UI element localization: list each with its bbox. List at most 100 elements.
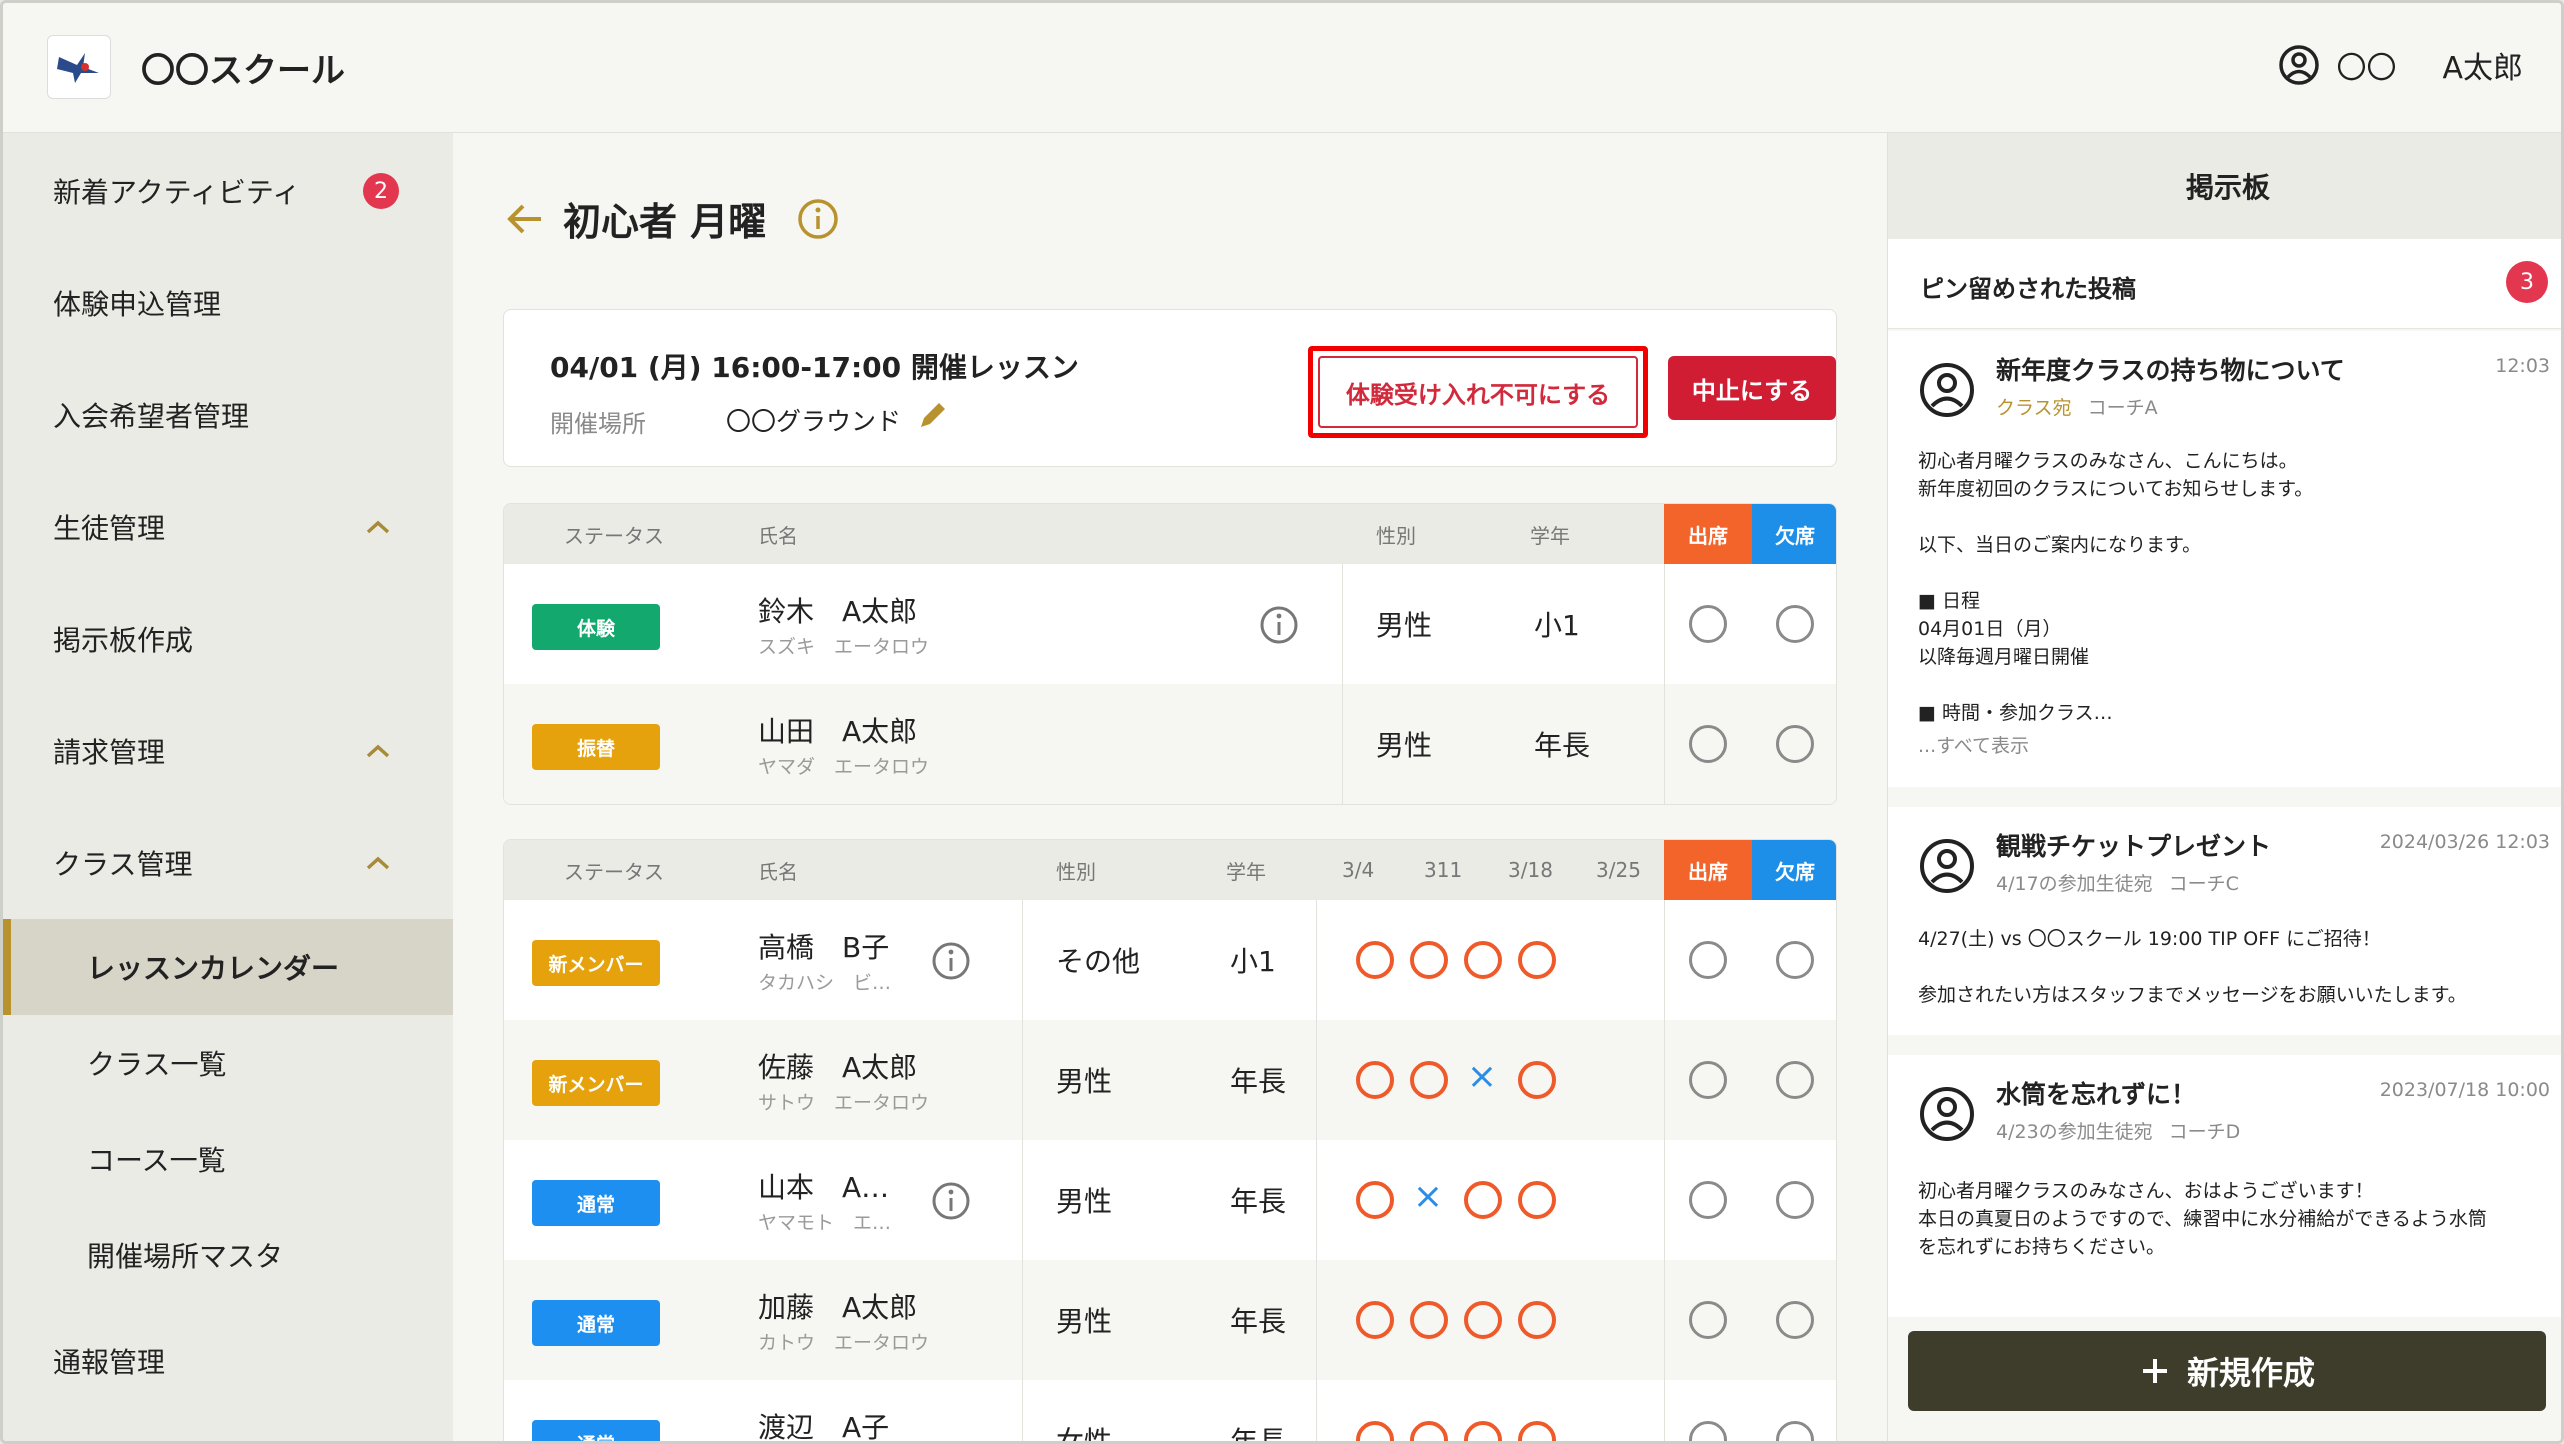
post-body: 初心者月曜クラスのみなさん、こんにちは。 新年度初回のクラスについてお知らせしま… [1918,450,2314,724]
absent-radio[interactable] [1776,941,1814,979]
trial-table: ステータス 氏名 性別 学年 出席 欠席 体験 鈴木 A太郎 スズキ エータロウ… [503,503,1837,805]
absent-radio[interactable] [1776,1181,1814,1219]
student-name[interactable]: 山本 A… [758,1166,889,1206]
col-status: ステータス [564,859,664,884]
student-name[interactable]: 渡辺 A子 [758,1406,889,1441]
table-row: 振替 山田 A太郎 ヤマダ エータロウ 男性 年長 [504,684,1836,804]
reject-trial-button[interactable]: 体験受け入れ不可にする [1318,356,1638,428]
history-attend-mark [1518,1421,1556,1441]
table-header: ステータス 氏名 性別 学年 3/4 311 3/18 3/25 出席 欠席 [504,840,1836,900]
attend-radio[interactable] [1689,605,1727,643]
attend-radio[interactable] [1689,725,1727,763]
col-absent: 欠席 [1752,840,1836,900]
sidebar-item-label: 掲示板作成 [53,624,194,657]
history-attend-mark [1410,1421,1448,1441]
attend-radio[interactable] [1689,1181,1727,1219]
school-logo[interactable] [47,35,111,99]
column-divider [1664,1380,1665,1441]
sidebar-item-board-create[interactable]: 掲示板作成 [3,589,453,689]
show-all-link[interactable]: ...すべて表示 [1918,731,2029,758]
info-icon[interactable] [930,1180,972,1222]
student-name[interactable]: 加藤 A太郎 [758,1286,917,1326]
absent-radio[interactable] [1776,1061,1814,1099]
sidebar-item-membership-applicants[interactable]: 入会希望者管理 [3,365,453,465]
cancel-lesson-button[interactable]: 中止にする [1668,356,1836,420]
back-arrow-icon[interactable] [505,201,545,237]
board-post[interactable]: 観戦チケットプレゼント 2024/03/26 12:03 4/17の参加生徒宛コ… [1888,807,2561,1035]
user-menu[interactable]: 〇〇 A太郎 [2278,43,2523,87]
student-kana: カトウ エータロウ [758,1332,930,1354]
student-name[interactable]: 佐藤 A太郎 [758,1046,917,1086]
board-post[interactable]: 水筒を忘れずに！ 2023/07/18 10:00 4/23の参加生徒宛 コーチD… [1888,1055,2561,1317]
student-name[interactable]: 山田 A太郎 [758,710,917,750]
table-row: 新メンバー 佐藤 A太郎 サトウ エータロウ 男性 年長 × [504,1020,1836,1140]
pinned-posts-header[interactable]: ピン留めされた投稿 3 [1888,239,2561,329]
sidebar-item-class-management[interactable]: クラス管理 [3,813,453,913]
column-divider [1316,1380,1317,1441]
column-divider [1022,1020,1023,1140]
status-badge: 体験 [532,604,660,650]
history-attend-mark [1410,1301,1448,1339]
main-content: 初心者 月曜 04/01 (月) 16:00-17:00 開催レッスン 開催場所… [453,133,1887,1441]
info-icon[interactable] [1258,604,1300,646]
attend-radio[interactable] [1689,1421,1727,1441]
venue-label: 開催場所 [550,410,646,438]
post-audience: クラス宛 コーチA [1996,397,2158,419]
column-divider [1022,1260,1023,1380]
sidebar-subitem-label: コース一覧 [87,1144,226,1177]
column-divider [1664,1140,1665,1260]
status-badge: 新メンバー [532,1060,660,1106]
bird-logo-icon [57,53,99,83]
sidebar-item-students[interactable]: 生徒管理 [3,477,453,577]
sidebar-item-billing[interactable]: 請求管理 [3,701,453,801]
sidebar-item-trial-applications[interactable]: 体験申込管理 [3,253,453,353]
sidebar-item-label: 請求管理 [53,736,166,769]
gender-value: 男性 [1376,729,1433,762]
board-post[interactable]: 新年度クラスの持ち物について 12:03 クラス宛 コーチA 初心者月曜クラスのみ… [1888,331,2561,787]
attend-radio[interactable] [1689,1301,1727,1339]
attend-radio[interactable] [1689,1061,1727,1099]
sidebar-item-label: 体験申込管理 [53,288,222,321]
grade-value: 年長 [1230,1185,1287,1218]
venue-value: 〇〇グラウンド [726,407,902,436]
table-row: 通常 山本 A… ヤマモト エ… 男性 年長 × [504,1140,1836,1260]
post-title: 観戦チケットプレゼント [1996,832,2272,861]
column-divider [1342,564,1343,684]
column-divider [1316,1140,1317,1260]
user-avatar-icon [1920,1087,1974,1141]
sidebar-item-reports[interactable]: 通報管理 [3,1311,453,1411]
absent-radio[interactable] [1776,725,1814,763]
gender-value: 男性 [1056,1185,1113,1218]
history-attend-mark [1356,1301,1394,1339]
column-divider [1342,684,1343,804]
sidebar-subitem-lesson-calendar[interactable]: レッスンカレンダー [3,919,453,1015]
pencil-icon[interactable] [916,398,950,432]
absent-radio[interactable] [1776,605,1814,643]
absent-radio[interactable] [1776,1301,1814,1339]
sidebar-subitem-venue-master[interactable]: 開催場所マスタ [3,1207,453,1303]
post-time: 12:03 [2495,355,2550,377]
grade-value: 年長 [1230,1065,1287,1098]
table-row: 体験 鈴木 A太郎 スズキ エータロウ 男性 小1 [504,564,1836,684]
post-title: 水筒を忘れずに！ [1996,1080,2197,1109]
col-grade: 学年 [1530,523,1570,548]
status-badge: 通常 [532,1420,660,1441]
info-icon[interactable] [796,197,840,241]
sidebar-subitem-class-list[interactable]: クラス一覧 [3,1015,453,1111]
column-divider [1022,1380,1023,1441]
col-date-3: 3/18 [1508,858,1553,882]
status-badge: 新メンバー [532,940,660,986]
column-divider [1316,1020,1317,1140]
attend-radio[interactable] [1689,941,1727,979]
student-name[interactable]: 鈴木 A太郎 [758,590,917,630]
column-divider [1664,900,1665,1020]
sidebar-subitem-course-list[interactable]: コース一覧 [3,1111,453,1207]
column-divider [1316,900,1317,1020]
new-post-label: 新規作成 [2186,1354,2315,1392]
new-post-button[interactable]: 新規作成 [1908,1331,2546,1411]
history-attend-mark [1518,941,1556,979]
sidebar-item-activity[interactable]: 新着アクティビティ 2 [3,141,453,241]
student-name[interactable]: 高橋 B子 [758,926,889,966]
absent-radio[interactable] [1776,1421,1814,1441]
info-icon[interactable] [930,940,972,982]
